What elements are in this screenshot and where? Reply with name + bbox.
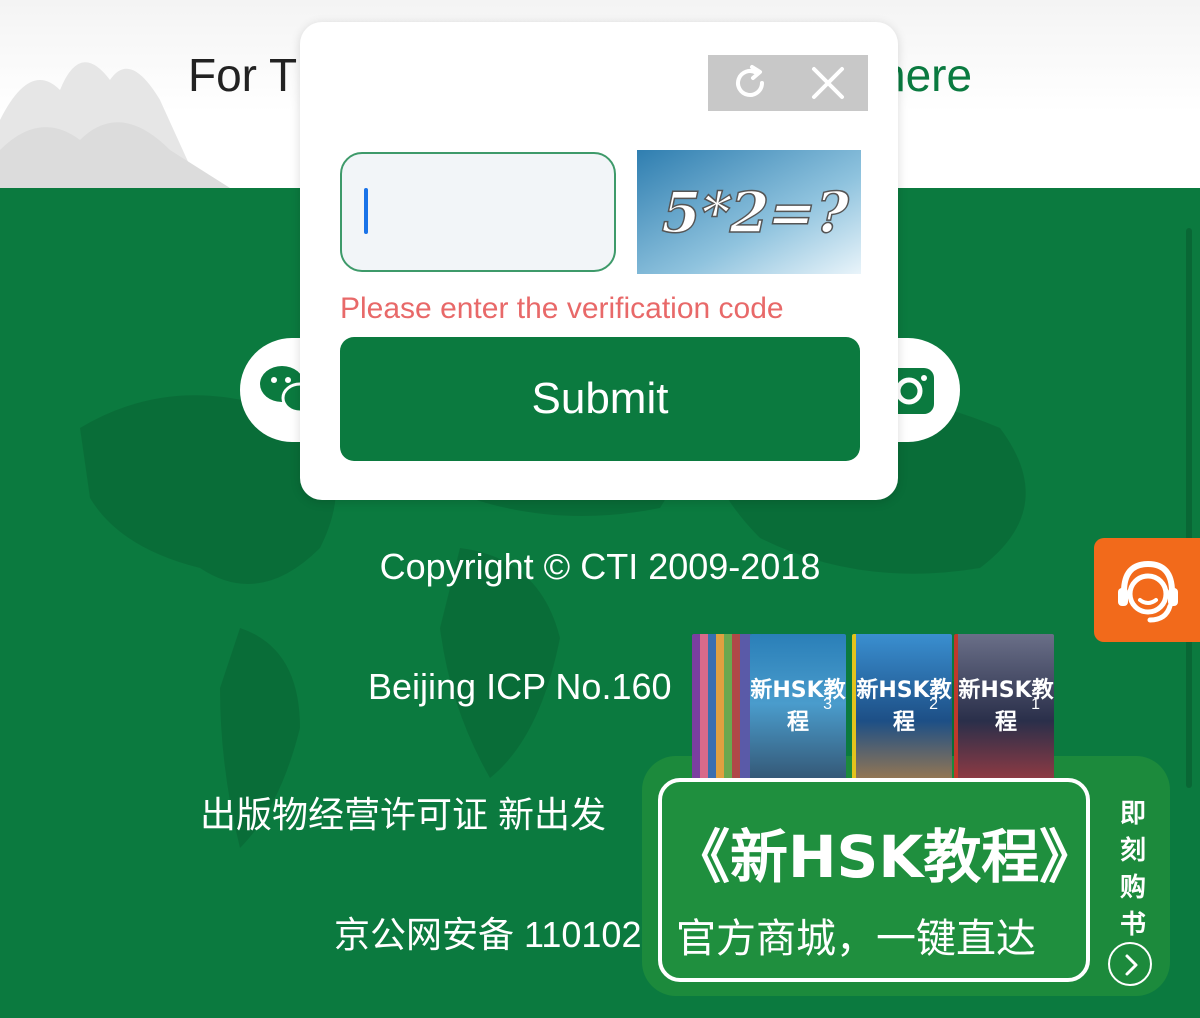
copyright-text: Copyright © CTI 2009-2018 xyxy=(379,546,821,587)
book-level: 2 xyxy=(929,696,938,713)
publication-license-text: 出版物经营许可证 新出发 xyxy=(200,794,607,835)
promo-subtitle: 官方商城，一键直达 xyxy=(676,916,1036,962)
buy-now-char: 刻 xyxy=(1119,836,1146,866)
submit-button[interactable]: Submit xyxy=(340,337,860,461)
hsk-promo-banner[interactable]: 新HSK教程 3 新HSK教程 2 新HSK教程 1 《新HSK教程》 官方商城… xyxy=(642,628,1200,1018)
text-cursor xyxy=(364,188,368,234)
captcha-image[interactable]: 5*2=? xyxy=(637,150,861,274)
book-level: 3 xyxy=(823,696,832,713)
refresh-icon xyxy=(736,65,764,97)
captcha-code-input[interactable] xyxy=(340,152,616,272)
captcha-toolbar xyxy=(708,55,868,111)
close-captcha-button[interactable] xyxy=(808,63,848,103)
captcha-dialog: 5*2=? Please enter the verification code… xyxy=(300,22,898,500)
buy-now-char: 即 xyxy=(1119,799,1146,829)
promo-title: 《新HSK教程》 xyxy=(672,823,1098,891)
book-level: 1 xyxy=(1031,696,1040,713)
police-record-link[interactable]: 京公网安备 110102 xyxy=(334,906,641,958)
chevron-right-icon xyxy=(1125,954,1138,976)
promo-go-button[interactable] xyxy=(1108,942,1152,986)
icp-link[interactable]: Beijing ICP No.160 xyxy=(368,666,672,708)
close-icon xyxy=(812,67,844,99)
captcha-code-text: 5*2=? xyxy=(655,181,856,246)
captcha-error-message: Please enter the verification code xyxy=(340,292,784,325)
refresh-captcha-button[interactable] xyxy=(730,63,770,103)
buy-now-char: 书 xyxy=(1119,910,1146,940)
customer-service-button[interactable] xyxy=(1094,538,1200,642)
buy-now-char: 购 xyxy=(1119,873,1146,903)
buy-now-label[interactable]: 即 刻 购 书 xyxy=(1118,796,1148,944)
header-text: For T xyxy=(188,49,298,101)
headset-agent-icon xyxy=(1118,560,1178,623)
